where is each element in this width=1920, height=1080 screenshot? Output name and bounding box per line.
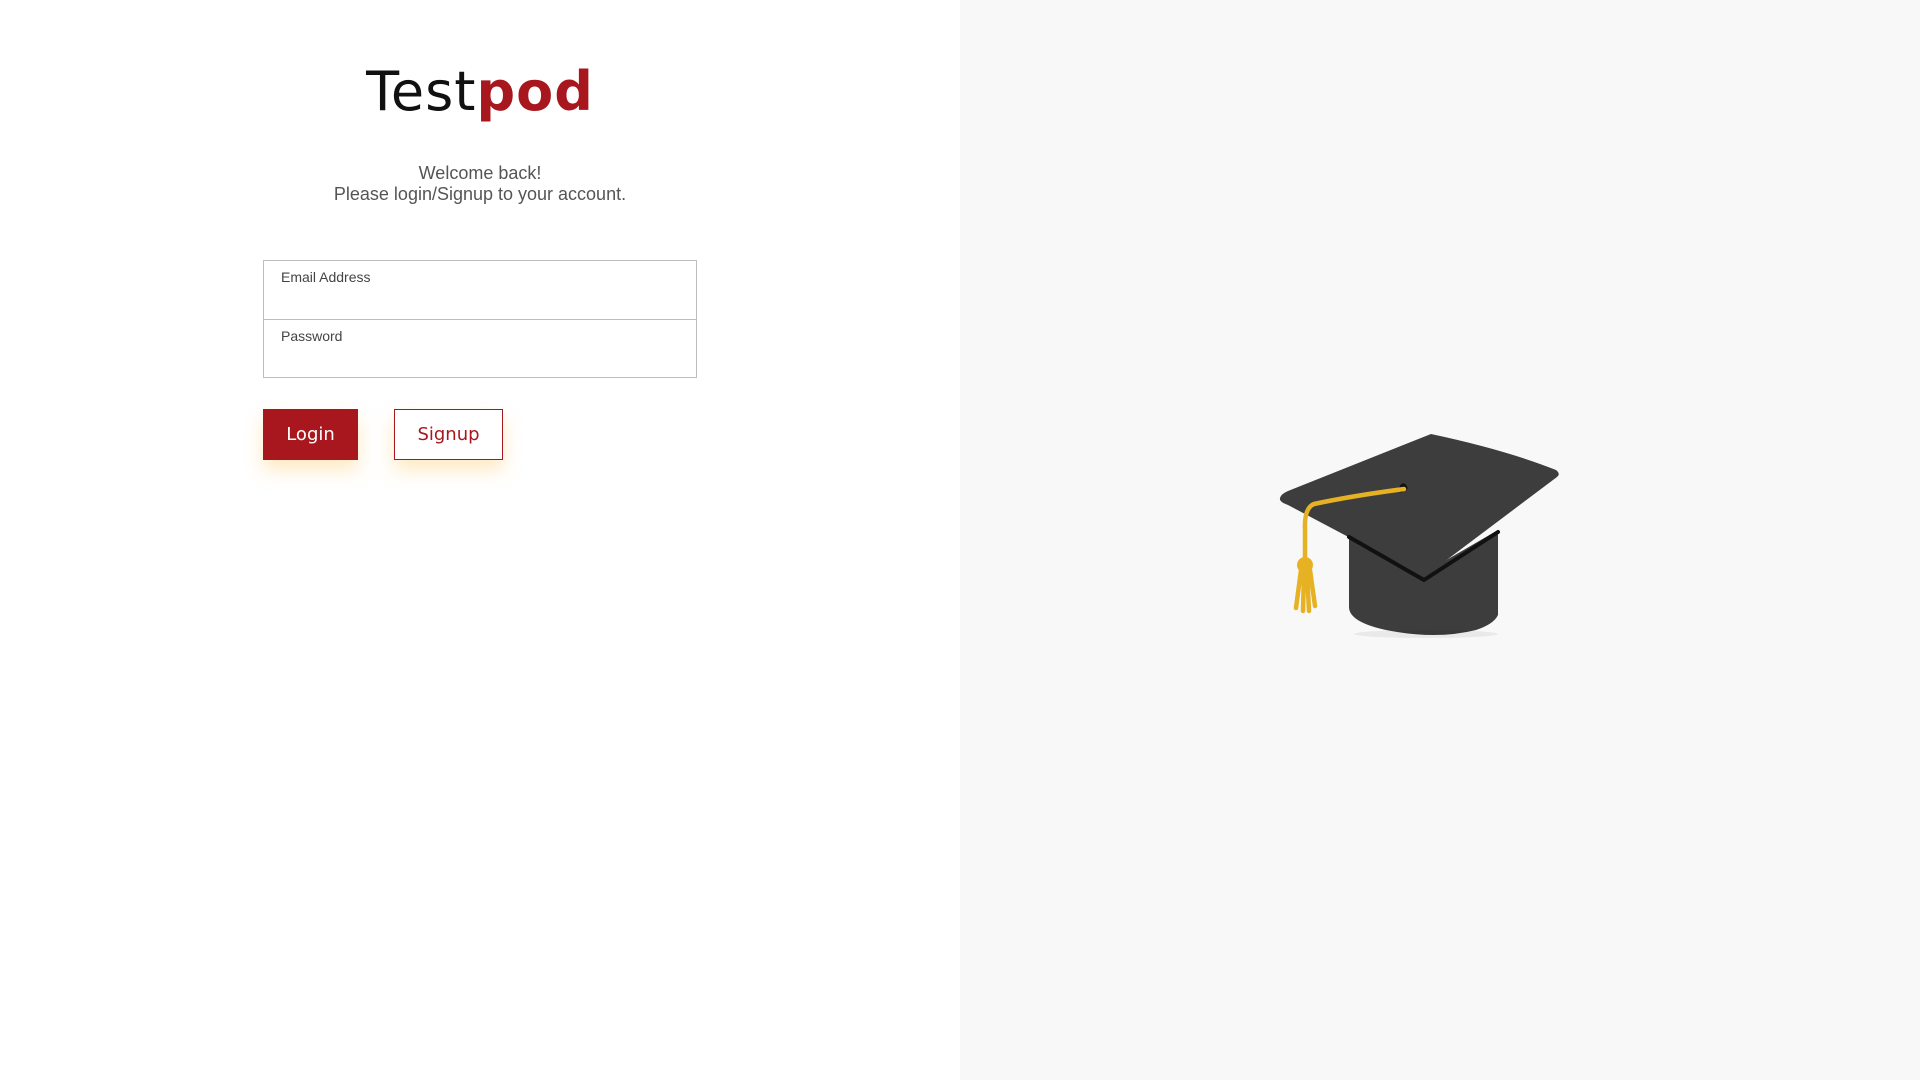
password-input[interactable]: [280, 349, 680, 371]
password-field[interactable]: Password: [264, 319, 696, 377]
welcome-subtitle: Please login/Signup to your account.: [333, 184, 627, 204]
brand-logo: Testpod: [0, 58, 960, 126]
welcome-title: Welcome back!: [418, 163, 542, 183]
brand-logo-part-1: Test: [366, 60, 477, 123]
login-button[interactable]: Login: [263, 409, 358, 460]
login-form: Email Address Password: [263, 260, 697, 378]
email-label: Email Address: [281, 269, 371, 285]
login-page: Testpod Welcome back! Please login/Signu…: [0, 0, 1920, 1080]
email-field[interactable]: Email Address: [264, 261, 696, 319]
signup-button[interactable]: Signup: [394, 409, 503, 460]
illustration-panel: [960, 0, 1920, 1080]
login-panel: Testpod Welcome back! Please login/Signu…: [0, 0, 960, 1080]
welcome-message: Welcome back! Please login/Signup to you…: [0, 163, 960, 205]
password-label: Password: [281, 328, 343, 344]
brand-logo-part-2: pod: [476, 60, 594, 123]
email-input[interactable]: [280, 291, 680, 313]
graduation-cap-icon: [1279, 434, 1559, 638]
